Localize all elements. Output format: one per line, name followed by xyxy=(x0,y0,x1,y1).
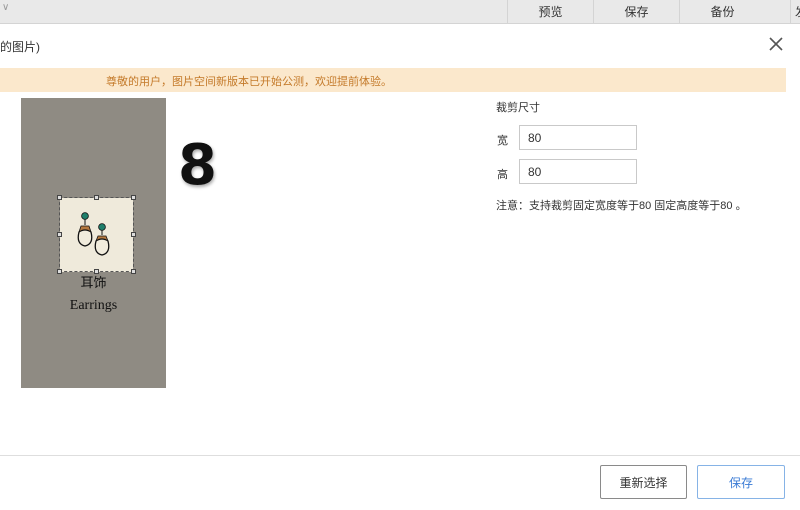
height-input[interactable] xyxy=(519,159,637,184)
crop-handle-left[interactable] xyxy=(57,232,62,237)
preview-button[interactable]: 预览 xyxy=(507,0,593,24)
crop-handle-top-right[interactable] xyxy=(131,195,136,200)
reselect-button[interactable]: 重新选择 xyxy=(600,465,687,499)
chevron-down-icon[interactable]: ∨ xyxy=(2,2,9,13)
notice-banner: 尊敬的用户，图片空间新版本已开始公测，欢迎提前体验。 xyxy=(0,68,786,92)
height-label: 高 xyxy=(497,169,508,181)
preview-label-en: Earrings xyxy=(69,298,118,313)
crop-selection[interactable] xyxy=(59,197,134,272)
footer-divider xyxy=(0,455,800,456)
top-toolbar: ∨ 预览 保存 备份 发 xyxy=(0,0,800,24)
close-button[interactable] xyxy=(765,33,787,55)
step-number: 8 xyxy=(178,133,217,198)
preview-label-zh: 耳饰 xyxy=(80,276,107,291)
crop-handle-top[interactable] xyxy=(94,195,99,200)
crop-handle-right[interactable] xyxy=(131,232,136,237)
save-button[interactable]: 保存 xyxy=(697,465,785,499)
width-label: 宽 xyxy=(497,135,508,147)
crop-handle-top-left[interactable] xyxy=(57,195,62,200)
crop-note: 注意：支持裁剪固定宽度等于80 固定高度等于80 。 xyxy=(496,200,747,212)
backup-button[interactable]: 备份 xyxy=(679,0,765,24)
width-input[interactable] xyxy=(519,125,637,150)
dialog-title: 的图片) xyxy=(0,40,40,54)
toolbar-save-button[interactable]: 保存 xyxy=(593,0,679,24)
close-icon xyxy=(769,37,783,51)
image-preview: 耳饰 Earrings xyxy=(21,98,166,388)
notice-text: 尊敬的用户，图片空间新版本已开始公测，欢迎提前体验。 xyxy=(106,76,392,88)
toolbar-extra-button[interactable]: 发 xyxy=(790,0,800,24)
crop-size-title: 裁剪尺寸 xyxy=(496,102,540,114)
